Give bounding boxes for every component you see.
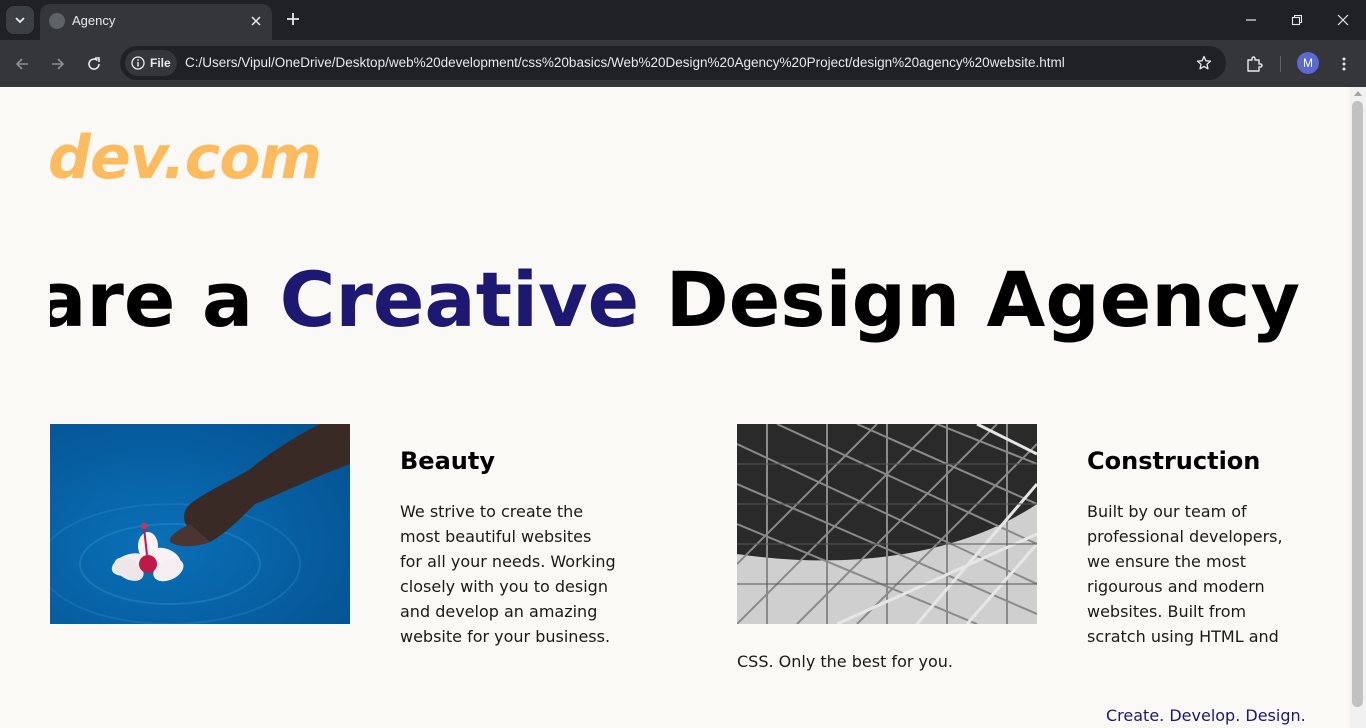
more-vert-icon [1342, 57, 1346, 71]
reload-icon [88, 57, 100, 70]
url-text[interactable]: C:/Users/Vipul/OneDrive/Desktop/web%20de… [185, 55, 1065, 70]
browser-menu-button[interactable] [1330, 50, 1358, 78]
tab-strip: Agency [0, 0, 1366, 40]
text-line: websites. Built from [1087, 602, 1247, 621]
hero-text: We are a Creative Design Agency [50, 255, 1300, 344]
text-line: scratch using HTML and [1087, 627, 1279, 646]
vertical-scrollbar[interactable] [1350, 87, 1366, 728]
restore-button[interactable] [1279, 6, 1315, 34]
hero-heading: We are a Creative Design Agency [50, 255, 1300, 365]
hero-accent-word: Creative [279, 255, 640, 344]
text-line: website for your business. [400, 627, 611, 646]
extensions-button[interactable] [1240, 50, 1268, 78]
feature-title-beauty: Beauty [400, 447, 495, 475]
browser-toolbar: File C:/Users/Vipul/OneDrive/Desktop/web… [0, 40, 1366, 87]
info-icon [131, 56, 145, 70]
reload-button[interactable] [80, 50, 108, 78]
forward-button[interactable] [44, 50, 72, 78]
text-line: we ensure the most [1087, 552, 1246, 571]
tab-agency[interactable]: Agency [40, 4, 272, 40]
close-icon [1337, 14, 1349, 26]
star-icon [1196, 55, 1212, 70]
toolbar-divider [1280, 56, 1281, 72]
text-line: We strive to create the [400, 502, 584, 521]
construction-image [737, 424, 1037, 624]
close-tab-button[interactable] [248, 13, 264, 29]
scroll-up-arrow-icon[interactable] [1354, 91, 1362, 96]
beauty-image [50, 424, 350, 624]
text-line: rigourous and modern [1087, 577, 1265, 596]
hero-part-1: We are a [50, 255, 254, 344]
back-button[interactable] [8, 50, 36, 78]
feature-text-construction: Built by our team of professional develo… [1087, 499, 1283, 649]
minimize-icon [1246, 19, 1256, 21]
chevron-down-icon [15, 17, 25, 24]
close-icon [251, 16, 261, 26]
tab-search-button[interactable] [6, 6, 34, 34]
new-tab-button[interactable] [282, 8, 304, 30]
tab-title: Agency [72, 13, 116, 28]
close-window-button[interactable] [1325, 6, 1361, 34]
feature-title-construction: Construction [1087, 447, 1261, 475]
plus-icon [287, 13, 299, 25]
text-line: most beautiful websites [400, 527, 592, 546]
text-line: closely with you to design [400, 577, 608, 596]
scheme-label: File [150, 56, 171, 70]
address-bar[interactable]: File C:/Users/Vipul/OneDrive/Desktop/web… [120, 46, 1226, 80]
globe-icon [49, 13, 65, 29]
steel-structure-photo [737, 424, 1037, 624]
text-line: for all your needs. Working [400, 552, 616, 571]
site-logo[interactable]: dev.com [48, 123, 322, 193]
hero-part-2: Design Agency [639, 255, 1300, 344]
text-line: and develop an amazing [400, 602, 598, 621]
text-line: Built by our team of [1087, 502, 1247, 521]
puzzle-icon [1247, 56, 1263, 72]
text-line: professional developers, [1087, 527, 1283, 546]
profile-avatar[interactable]: M [1297, 52, 1319, 74]
bookmark-button[interactable] [1194, 53, 1214, 73]
arrow-left-icon [15, 58, 28, 70]
site-info-button[interactable]: File [125, 50, 177, 76]
feature-text-beauty: We strive to create the most beautiful w… [400, 499, 616, 649]
page-viewport: dev.com We are a Creative Design Agency [0, 87, 1350, 728]
tagline: Create. Develop. Design. [1106, 706, 1306, 725]
minimize-button[interactable] [1233, 6, 1269, 34]
scrollbar-thumb[interactable] [1352, 101, 1363, 707]
feature-text-construction-overflow: CSS. Only the best for you. [737, 652, 953, 671]
hibiscus-water-photo [50, 424, 350, 624]
arrow-right-icon [52, 58, 65, 70]
restore-icon [1291, 14, 1303, 26]
